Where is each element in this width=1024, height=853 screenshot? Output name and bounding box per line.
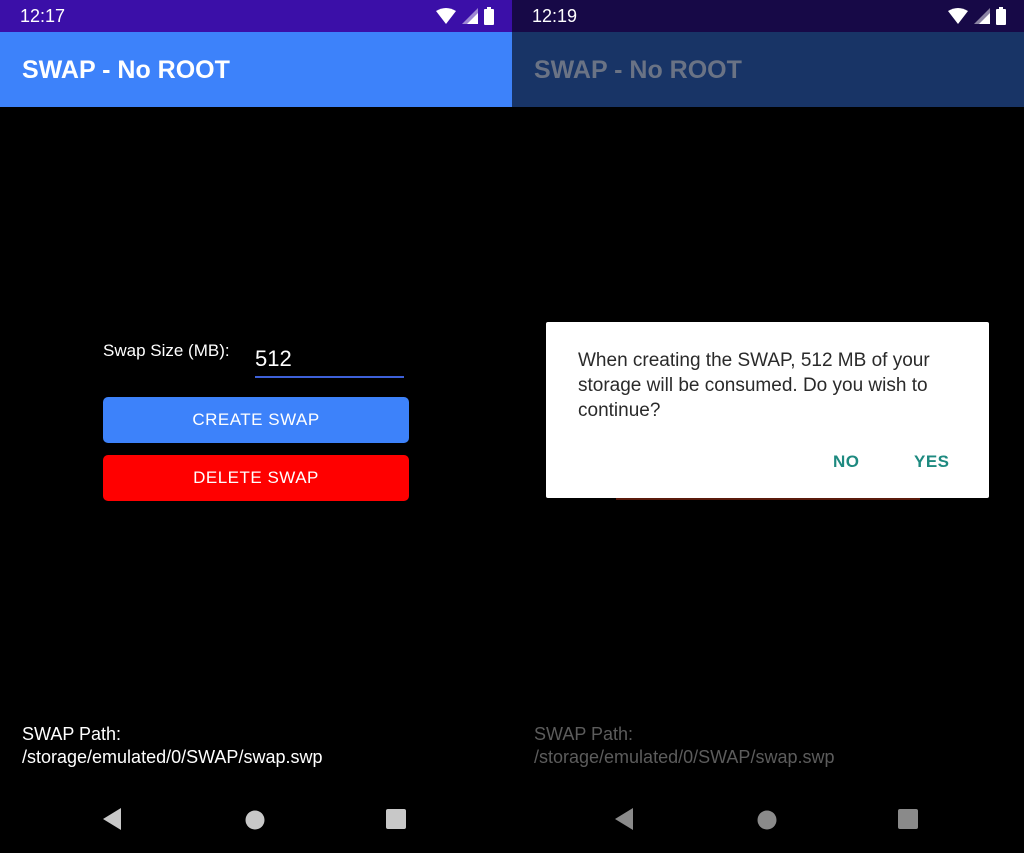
- swap-path-label: SWAP Path:: [22, 724, 122, 744]
- swap-size-input[interactable]: [255, 342, 404, 378]
- yes-button[interactable]: YES: [914, 452, 950, 472]
- battery-icon: [996, 7, 1006, 25]
- swap-size-label: Swap Size (MB):: [103, 341, 230, 360]
- app-bar: SWAP - No ROOT: [512, 32, 1024, 107]
- app-bar: SWAP - No ROOT: [0, 32, 512, 107]
- recents-icon[interactable]: [898, 809, 918, 829]
- app-title: SWAP - No ROOT: [22, 56, 230, 84]
- nav-bar: [512, 798, 1024, 844]
- no-button[interactable]: NO: [833, 452, 860, 472]
- swap-path: SWAP Path: /storage/emulated/0/SWAP/swap…: [534, 723, 834, 769]
- battery-icon: [484, 7, 494, 25]
- back-icon[interactable]: [101, 808, 123, 830]
- status-time: 12:17: [20, 6, 66, 26]
- status-icons: [948, 7, 1006, 25]
- confirm-dialog: When creating the SWAP, 512 MB of your s…: [546, 322, 989, 498]
- swap-size-row: Swap Size (MB):: [103, 341, 230, 367]
- left-screen: 12:17 SWAP - No ROOT Swap Size (MB): CRE…: [0, 0, 512, 853]
- status-bar: 12:19: [512, 0, 1024, 32]
- home-icon[interactable]: [757, 810, 777, 830]
- wifi-icon: [948, 8, 968, 24]
- recents-icon[interactable]: [386, 809, 406, 829]
- delete-swap-button[interactable]: DELETE SWAP: [103, 455, 409, 501]
- status-bar: 12:17: [0, 0, 512, 32]
- swap-path-label: SWAP Path:: [534, 724, 634, 744]
- swap-path-value: /storage/emulated/0/SWAP/swap.swp: [22, 747, 323, 767]
- create-swap-button[interactable]: CREATE SWAP: [103, 397, 409, 443]
- status-time: 12:19: [532, 6, 578, 26]
- wifi-icon: [436, 8, 456, 24]
- status-icons: [436, 7, 494, 25]
- nav-bar: [0, 798, 512, 844]
- swap-path: SWAP Path: /storage/emulated/0/SWAP/swap…: [22, 723, 322, 769]
- dialog-message: When creating the SWAP, 512 MB of your s…: [578, 350, 930, 421]
- app-title: SWAP - No ROOT: [534, 56, 742, 84]
- signal-icon: [974, 8, 990, 24]
- back-icon[interactable]: [613, 808, 635, 830]
- right-screen: 12:19 SWAP - No ROOT When creating the S…: [512, 0, 1024, 853]
- home-icon[interactable]: [245, 810, 265, 830]
- signal-icon: [462, 8, 478, 24]
- swap-path-value: /storage/emulated/0/SWAP/swap.swp: [534, 747, 835, 767]
